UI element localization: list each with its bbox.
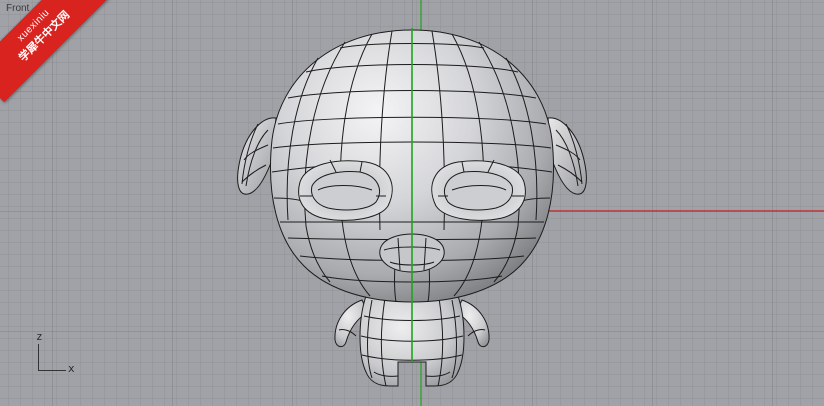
front-viewport[interactable]: Front z x xuexiniu 学犀牛中文网 (0, 0, 824, 406)
left-ear (237, 117, 277, 195)
axis-x-line (38, 370, 66, 371)
axis-indicator: z x (30, 330, 80, 375)
character-model[interactable] (0, 0, 824, 406)
axis-x-label: x (68, 362, 75, 375)
axis-z-label: z (36, 330, 43, 343)
right-ear (547, 117, 587, 195)
viewport-title[interactable]: Front (6, 3, 29, 14)
axis-z-line (38, 344, 39, 370)
